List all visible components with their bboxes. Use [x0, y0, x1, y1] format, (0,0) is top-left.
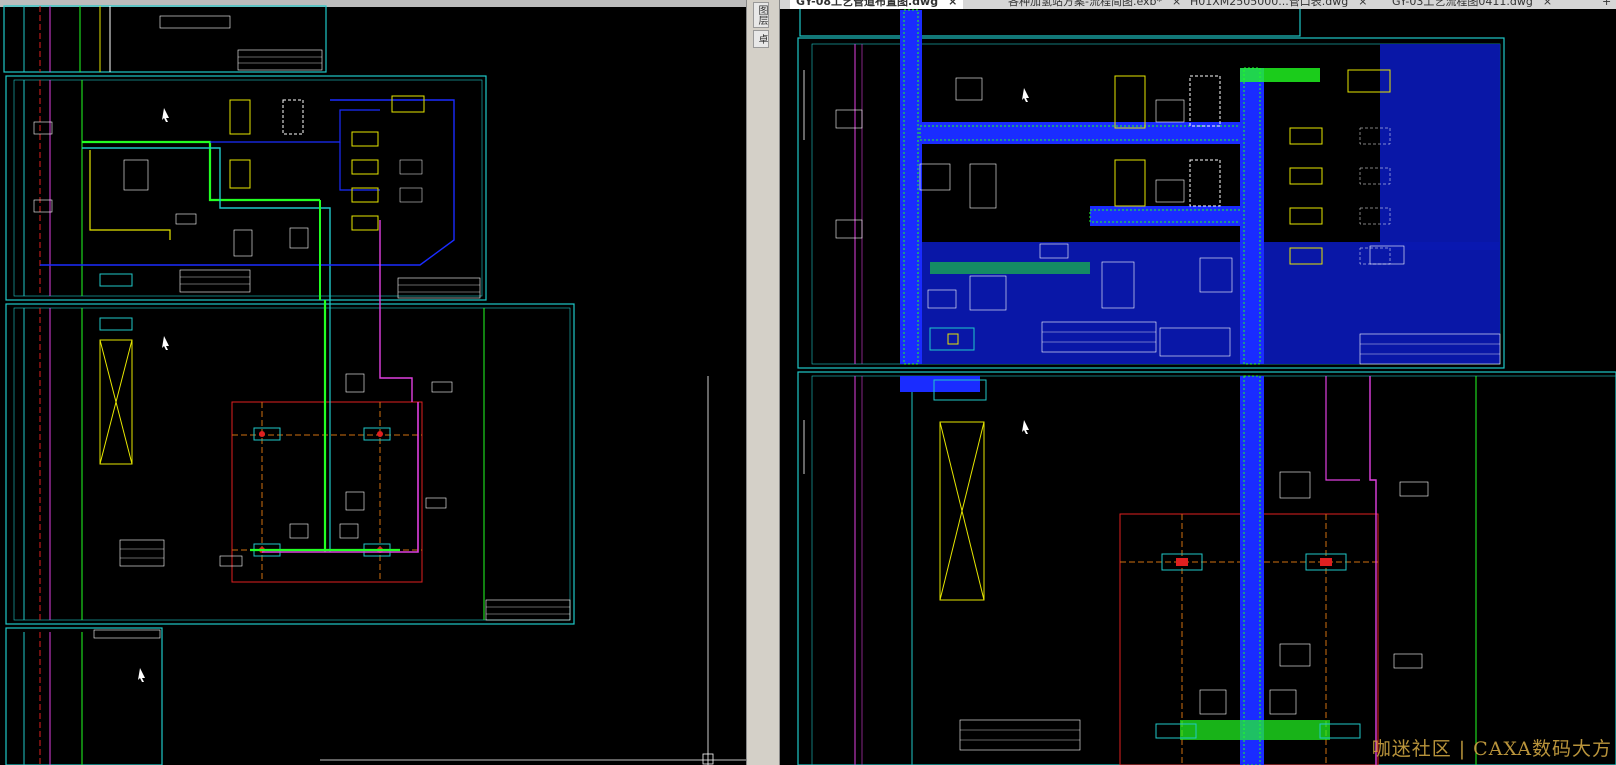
close-icon[interactable]: ×	[1172, 0, 1181, 8]
document-tab-bar: GY-08工艺管道布置图.dwg × 各种加氢站方案-流程简图.exb* × H01…	[780, 0, 1616, 9]
cursor-icon	[1022, 420, 1029, 434]
close-icon[interactable]: ×	[1543, 0, 1552, 8]
tab-label: H01XM2505000...管口表.dwg	[1190, 0, 1349, 8]
cursor-icon	[1022, 88, 1029, 102]
tab-flow-diagram[interactable]: 各种加氢站方案-流程简图.exb* ×	[1008, 0, 1181, 9]
left-drawing-canvas[interactable]	[0, 0, 746, 765]
tab-gy-08[interactable]: GY-08工艺管道布置图.dwg ×	[790, 0, 964, 9]
side-panel[interactable]: 图层 卓	[746, 0, 780, 765]
drawing-frame-4	[5, 627, 163, 765]
right-drawing-canvas[interactable]	[780, 0, 1616, 765]
tab-label: GY-03工艺流程图0411.dwg	[1392, 0, 1533, 8]
side-panel-tab-layers[interactable]: 图层	[753, 2, 769, 28]
right-drawing-viewport[interactable]	[780, 0, 1616, 765]
side-panel-tab-2[interactable]: 卓	[753, 30, 769, 48]
tab-label: 各种加氢站方案-流程简图.exb*	[1008, 0, 1163, 8]
cursor-icon	[162, 336, 169, 350]
drawing-frame-right-2	[797, 371, 1616, 765]
left-drawing-viewport[interactable]	[0, 0, 746, 765]
close-icon[interactable]: ×	[948, 0, 957, 8]
plus-icon[interactable]: +	[1602, 0, 1611, 9]
close-icon[interactable]: ×	[1358, 0, 1367, 8]
watermark: 咖迷社区 | CAXA数码大方	[1371, 738, 1612, 760]
tab-label: GY-08工艺管道布置图.dwg	[796, 0, 939, 8]
tab-nozzle-table[interactable]: H01XM2505000...管口表.dwg ×	[1190, 0, 1367, 9]
tab-gy-03[interactable]: GY-03工艺流程图0411.dwg ×	[1392, 0, 1552, 9]
cursor-icon	[162, 108, 169, 122]
cursor-icon	[138, 668, 145, 682]
drawing-frame-3	[5, 303, 575, 625]
